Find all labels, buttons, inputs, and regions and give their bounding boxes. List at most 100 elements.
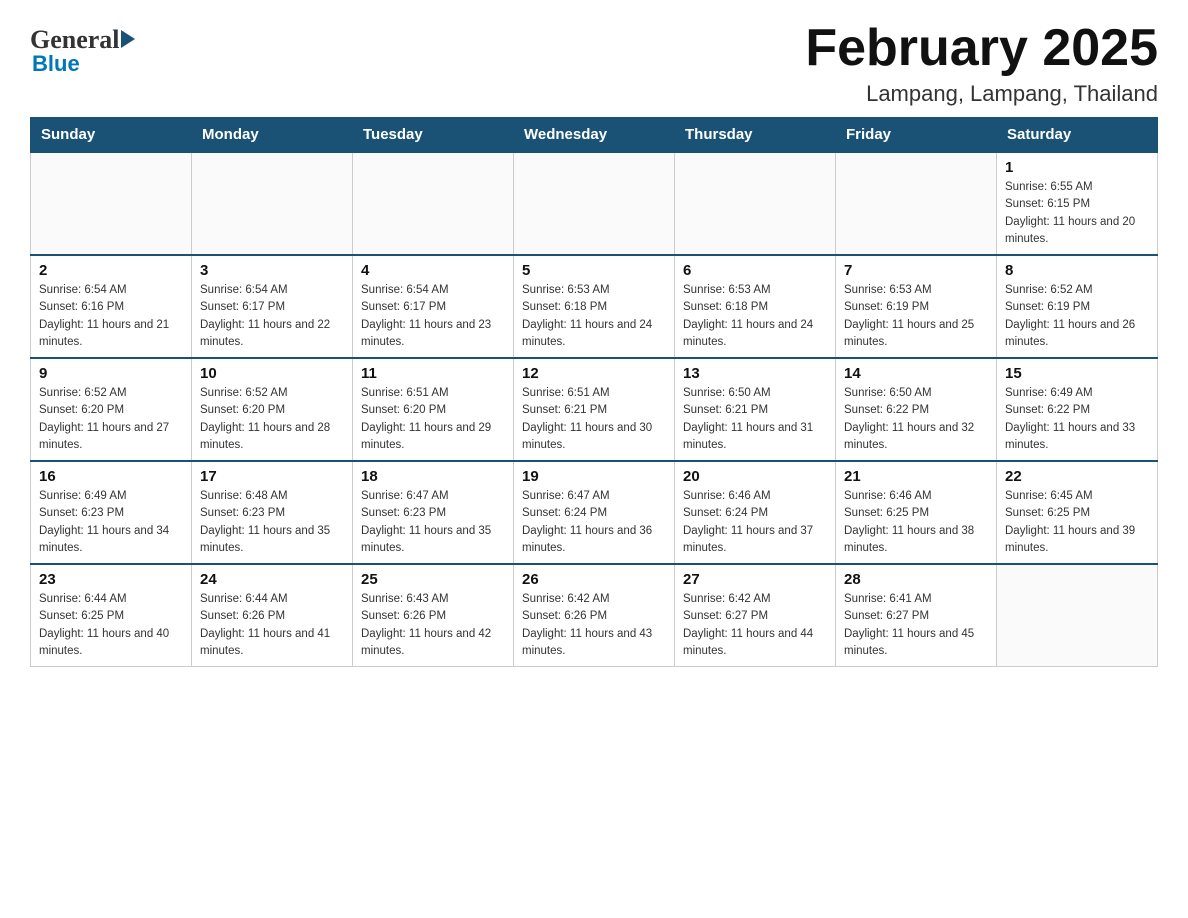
calendar-cell: 3 Sunrise: 6:54 AMSunset: 6:17 PMDaylight… <box>192 255 353 358</box>
header-friday: Friday <box>836 118 997 153</box>
day-number: 19 <box>522 468 666 485</box>
logo: General Blue <box>30 20 135 77</box>
calendar-cell: 11Sunrise: 6:51 AMSunset: 6:20 PMDayligh… <box>353 358 514 461</box>
day-number: 28 <box>844 571 988 588</box>
calendar-cell: 25 Sunrise: 6:43 AMSunset: 6:26 PMDayligh… <box>353 564 514 667</box>
header-thursday: Thursday <box>675 118 836 153</box>
header-wednesday: Wednesday <box>514 118 675 153</box>
calendar-cell: 1 Sunrise: 6:55 AMSunset: 6:15 PMDaylight… <box>997 152 1158 255</box>
calendar-cell <box>192 152 353 255</box>
day-info: Sunrise: 6:54 AMSunset: 6:17 PMDaylight:… <box>361 282 505 351</box>
day-number: 23 <box>39 571 183 588</box>
day-info: Sunrise: 6:47 AMSunset: 6:24 PMDaylight:… <box>522 488 666 557</box>
calendar-cell: 13 Sunrise: 6:50 AMSunset: 6:21 PMDayligh… <box>675 358 836 461</box>
calendar-cell <box>514 152 675 255</box>
title-block: February 2025 Lampang, Lampang, Thailand <box>805 20 1158 107</box>
calendar-title: February 2025 <box>805 20 1158 77</box>
calendar-cell <box>31 152 192 255</box>
calendar-cell: 2Sunrise: 6:54 AMSunset: 6:16 PMDaylight… <box>31 255 192 358</box>
day-number: 21 <box>844 468 988 485</box>
calendar-cell: 23Sunrise: 6:44 AMSunset: 6:25 PMDayligh… <box>31 564 192 667</box>
day-info: Sunrise: 6:49 AMSunset: 6:23 PMDaylight:… <box>39 488 183 557</box>
day-number: 13 <box>683 365 827 382</box>
day-number: 15 <box>1005 365 1149 382</box>
day-number: 20 <box>683 468 827 485</box>
calendar-cell: 20 Sunrise: 6:46 AMSunset: 6:24 PMDayligh… <box>675 461 836 564</box>
calendar-cell: 5Sunrise: 6:53 AMSunset: 6:18 PMDaylight… <box>514 255 675 358</box>
day-info: Sunrise: 6:42 AMSunset: 6:27 PMDaylight:… <box>683 591 827 660</box>
day-info: Sunrise: 6:54 AMSunset: 6:16 PMDaylight:… <box>39 282 183 351</box>
calendar-cell: 18 Sunrise: 6:47 AMSunset: 6:23 PMDayligh… <box>353 461 514 564</box>
day-info: Sunrise: 6:52 AMSunset: 6:19 PMDaylight:… <box>1005 282 1149 351</box>
calendar-week-row: 2Sunrise: 6:54 AMSunset: 6:16 PMDaylight… <box>31 255 1158 358</box>
day-info: Sunrise: 6:55 AMSunset: 6:15 PMDaylight:… <box>1005 179 1149 248</box>
day-info: Sunrise: 6:42 AMSunset: 6:26 PMDaylight:… <box>522 591 666 660</box>
calendar-cell: 15Sunrise: 6:49 AMSunset: 6:22 PMDayligh… <box>997 358 1158 461</box>
logo-arrow-icon <box>121 30 135 48</box>
day-info: Sunrise: 6:53 AMSunset: 6:18 PMDaylight:… <box>683 282 827 351</box>
weekday-header-row: Sunday Monday Tuesday Wednesday Thursday… <box>31 118 1158 153</box>
calendar-cell <box>997 564 1158 667</box>
calendar-cell: 19 Sunrise: 6:47 AMSunset: 6:24 PMDayligh… <box>514 461 675 564</box>
day-number: 17 <box>200 468 344 485</box>
day-number: 18 <box>361 468 505 485</box>
calendar-cell: 12 Sunrise: 6:51 AMSunset: 6:21 PMDayligh… <box>514 358 675 461</box>
day-number: 22 <box>1005 468 1149 485</box>
day-info: Sunrise: 6:43 AMSunset: 6:26 PMDaylight:… <box>361 591 505 660</box>
calendar-cell: 7 Sunrise: 6:53 AMSunset: 6:19 PMDaylight… <box>836 255 997 358</box>
day-info: Sunrise: 6:50 AMSunset: 6:22 PMDaylight:… <box>844 385 988 454</box>
day-number: 11 <box>361 365 505 382</box>
day-number: 7 <box>844 262 988 279</box>
calendar-week-row: 9 Sunrise: 6:52 AMSunset: 6:20 PMDaylight… <box>31 358 1158 461</box>
day-info: Sunrise: 6:45 AMSunset: 6:25 PMDaylight:… <box>1005 488 1149 557</box>
calendar-cell <box>675 152 836 255</box>
day-info: Sunrise: 6:41 AMSunset: 6:27 PMDaylight:… <box>844 591 988 660</box>
calendar-cell: 26 Sunrise: 6:42 AMSunset: 6:26 PMDayligh… <box>514 564 675 667</box>
day-info: Sunrise: 6:53 AMSunset: 6:18 PMDaylight:… <box>522 282 666 351</box>
day-number: 25 <box>361 571 505 588</box>
day-number: 24 <box>200 571 344 588</box>
day-number: 14 <box>844 365 988 382</box>
calendar-table: Sunday Monday Tuesday Wednesday Thursday… <box>30 117 1158 667</box>
day-info: Sunrise: 6:52 AMSunset: 6:20 PMDaylight:… <box>39 385 183 454</box>
day-number: 9 <box>39 365 183 382</box>
day-info: Sunrise: 6:54 AMSunset: 6:17 PMDaylight:… <box>200 282 344 351</box>
calendar-cell: 14 Sunrise: 6:50 AMSunset: 6:22 PMDayligh… <box>836 358 997 461</box>
calendar-cell: 21 Sunrise: 6:46 AMSunset: 6:25 PMDayligh… <box>836 461 997 564</box>
calendar-cell: 28 Sunrise: 6:41 AMSunset: 6:27 PMDayligh… <box>836 564 997 667</box>
day-number: 12 <box>522 365 666 382</box>
day-info: Sunrise: 6:52 AMSunset: 6:20 PMDaylight:… <box>200 385 344 454</box>
calendar-cell: 10 Sunrise: 6:52 AMSunset: 6:20 PMDayligh… <box>192 358 353 461</box>
calendar-cell: 6 Sunrise: 6:53 AMSunset: 6:18 PMDaylight… <box>675 255 836 358</box>
calendar-cell: 24 Sunrise: 6:44 AMSunset: 6:26 PMDayligh… <box>192 564 353 667</box>
day-info: Sunrise: 6:47 AMSunset: 6:23 PMDaylight:… <box>361 488 505 557</box>
calendar-cell: 22 Sunrise: 6:45 AMSunset: 6:25 PMDayligh… <box>997 461 1158 564</box>
day-info: Sunrise: 6:51 AMSunset: 6:21 PMDaylight:… <box>522 385 666 454</box>
day-number: 1 <box>1005 159 1149 176</box>
calendar-cell: 16Sunrise: 6:49 AMSunset: 6:23 PMDayligh… <box>31 461 192 564</box>
calendar-cell: 27 Sunrise: 6:42 AMSunset: 6:27 PMDayligh… <box>675 564 836 667</box>
day-info: Sunrise: 6:46 AMSunset: 6:24 PMDaylight:… <box>683 488 827 557</box>
calendar-cell <box>353 152 514 255</box>
calendar-cell <box>836 152 997 255</box>
logo-blue-text: Blue <box>32 51 80 76</box>
day-number: 8 <box>1005 262 1149 279</box>
day-number: 6 <box>683 262 827 279</box>
page-header: General Blue February 2025 Lampang, Lamp… <box>30 20 1158 107</box>
day-number: 3 <box>200 262 344 279</box>
day-number: 27 <box>683 571 827 588</box>
day-info: Sunrise: 6:53 AMSunset: 6:19 PMDaylight:… <box>844 282 988 351</box>
calendar-week-row: 23Sunrise: 6:44 AMSunset: 6:25 PMDayligh… <box>31 564 1158 667</box>
day-number: 26 <box>522 571 666 588</box>
header-saturday: Saturday <box>997 118 1158 153</box>
day-info: Sunrise: 6:50 AMSunset: 6:21 PMDaylight:… <box>683 385 827 454</box>
calendar-week-row: 1 Sunrise: 6:55 AMSunset: 6:15 PMDaylight… <box>31 152 1158 255</box>
header-monday: Monday <box>192 118 353 153</box>
calendar-subtitle: Lampang, Lampang, Thailand <box>805 81 1158 107</box>
calendar-cell: 8 Sunrise: 6:52 AMSunset: 6:19 PMDaylight… <box>997 255 1158 358</box>
day-info: Sunrise: 6:46 AMSunset: 6:25 PMDaylight:… <box>844 488 988 557</box>
calendar-cell: 9 Sunrise: 6:52 AMSunset: 6:20 PMDaylight… <box>31 358 192 461</box>
header-sunday: Sunday <box>31 118 192 153</box>
day-info: Sunrise: 6:44 AMSunset: 6:26 PMDaylight:… <box>200 591 344 660</box>
day-number: 10 <box>200 365 344 382</box>
